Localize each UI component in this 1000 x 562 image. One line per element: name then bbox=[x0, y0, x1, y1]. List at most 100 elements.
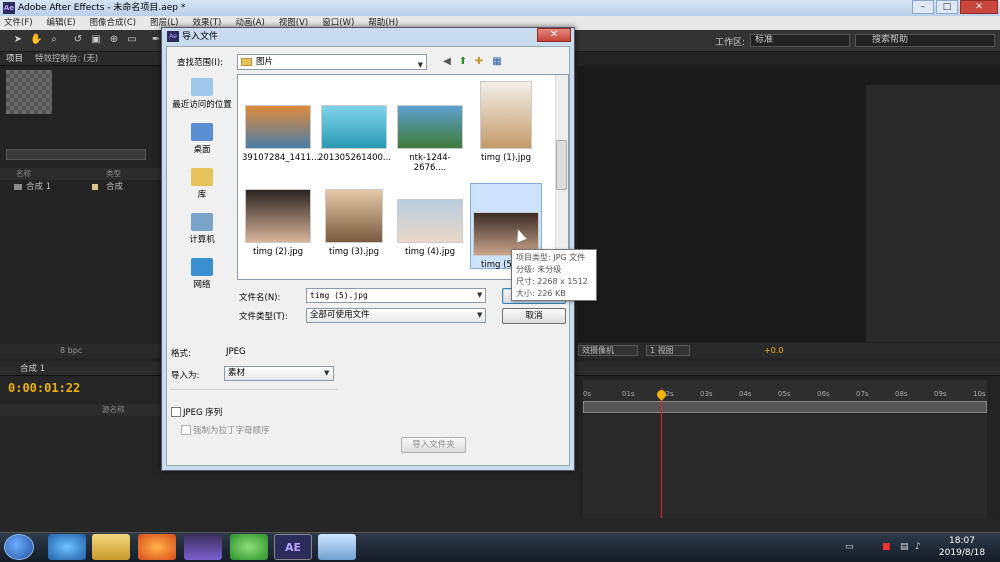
rotate-tool-icon[interactable]: ↺ bbox=[72, 34, 84, 46]
file-item[interactable]: timg (4).jpg bbox=[394, 185, 466, 257]
help-search-input[interactable]: 搜索帮助 bbox=[855, 34, 995, 47]
jpeg-sequence-checkbox[interactable] bbox=[171, 407, 181, 417]
current-time-indicator-line[interactable] bbox=[661, 388, 662, 532]
chevron-down-icon: ▼ bbox=[417, 61, 423, 69]
tray-network-icon[interactable]: ▤ bbox=[900, 542, 910, 552]
firefox-icon[interactable] bbox=[138, 534, 176, 560]
window-titlebar: Ae Adobe After Effects - 未命名项目.aep * – □… bbox=[0, 0, 1000, 16]
place-desktop[interactable]: 桌面 bbox=[170, 123, 234, 155]
image-thumbnail bbox=[325, 189, 383, 243]
place-computer[interactable]: 计算机 bbox=[170, 213, 234, 245]
new-folder-icon[interactable]: ✚ bbox=[472, 55, 486, 69]
hand-tool-icon[interactable]: ✋ bbox=[30, 34, 42, 46]
tab-project[interactable]: 项目 bbox=[6, 52, 23, 65]
workspace-select[interactable]: 标准 bbox=[750, 34, 850, 47]
file-item[interactable]: ntk-1244-2676.... bbox=[394, 81, 466, 173]
column-source-name-header[interactable]: 源名称 bbox=[102, 404, 125, 416]
timeline-status-bar bbox=[0, 518, 1000, 532]
project-panel-tabs: 项目 特效控制台: (无) bbox=[0, 52, 165, 66]
filename-dropdown-icon[interactable]: ▼ bbox=[477, 291, 482, 299]
force-alphabetical-checkbox[interactable] bbox=[181, 425, 191, 435]
ruler-tick-label: 04s bbox=[739, 390, 752, 398]
file-name: 39107284_1411... bbox=[242, 153, 320, 163]
dialog-close-button[interactable]: ✕ bbox=[537, 28, 571, 42]
composition-icon bbox=[14, 184, 22, 190]
clock-date: 2019/8/18 bbox=[938, 548, 986, 558]
ruler-tick-label: 07s bbox=[856, 390, 869, 398]
import-as-select[interactable]: 素材 bbox=[224, 366, 334, 381]
file-name: timg (1).jpg bbox=[481, 153, 531, 163]
minimize-button[interactable]: – bbox=[912, 0, 934, 14]
tray-action-center-icon[interactable]: ▭ bbox=[845, 542, 855, 552]
column-type-header[interactable]: 类型 bbox=[106, 168, 121, 180]
filetype-select[interactable]: 全部可使用文件 bbox=[306, 308, 486, 323]
cancel-button[interactable]: 取消 bbox=[502, 308, 566, 324]
pan-behind-tool-icon[interactable]: ⊕ bbox=[108, 34, 120, 46]
file-item[interactable]: 39107284_1411... bbox=[242, 81, 319, 163]
dialog-app-icon: Ae bbox=[167, 31, 179, 42]
filename-input[interactable]: timg (5).jpg bbox=[306, 288, 486, 303]
libraries-icon bbox=[191, 168, 213, 186]
work-area-bar[interactable] bbox=[583, 401, 987, 413]
filetype-dropdown-icon[interactable]: ▼ bbox=[477, 311, 482, 319]
back-icon[interactable]: ◀ bbox=[440, 55, 454, 69]
mask-tool-icon[interactable]: ▭ bbox=[126, 34, 138, 46]
selection-tool-icon[interactable]: ➤ bbox=[12, 34, 24, 46]
recent-places-icon bbox=[191, 78, 213, 96]
start-button[interactable] bbox=[4, 534, 34, 560]
look-in-label: 查找范围(I): bbox=[177, 58, 224, 68]
project-search-input[interactable] bbox=[6, 149, 146, 160]
file-list-scroll-thumb[interactable] bbox=[556, 140, 567, 190]
taskbar-clock[interactable]: 18:07 2019/8/18 bbox=[932, 535, 992, 559]
views-select[interactable]: 1 视图 bbox=[646, 345, 690, 356]
camera-tool-icon[interactable]: ▣ bbox=[90, 34, 102, 46]
viewer-controls-bar: 效摄像机 1 视图 +0.0 bbox=[578, 343, 1000, 358]
look-in-select[interactable]: 图片 ▼ bbox=[237, 54, 427, 70]
camera-select[interactable]: 效摄像机 bbox=[578, 345, 638, 356]
ruler-tick-label: 03s bbox=[700, 390, 713, 398]
file-item[interactable]: timg (2).jpg bbox=[242, 185, 314, 257]
video-editor-icon[interactable] bbox=[184, 534, 222, 560]
bit-depth-button[interactable]: 8 bpc bbox=[60, 346, 82, 355]
tab-effect-controls[interactable]: 特效控制台: (无) bbox=[35, 52, 98, 65]
project-item-row[interactable]: 合成 1 合成 bbox=[0, 181, 165, 193]
file-item[interactable]: 201305261400... bbox=[318, 81, 391, 163]
column-name-header[interactable]: 名称 bbox=[16, 168, 31, 180]
place-libraries[interactable]: 库 bbox=[170, 168, 234, 200]
ruler-tick-label: 0s bbox=[583, 390, 592, 398]
place-network[interactable]: 网络 bbox=[170, 258, 234, 290]
import-as-label: 导入为: bbox=[171, 371, 200, 381]
after-effects-taskbar-icon[interactable]: AE bbox=[274, 534, 312, 560]
sync-app-icon[interactable] bbox=[230, 534, 268, 560]
computer-icon bbox=[191, 213, 213, 231]
file-item[interactable]: timg (1).jpg bbox=[470, 81, 542, 163]
menu-item[interactable]: 文件(F) bbox=[4, 16, 33, 30]
folder-icon bbox=[241, 58, 252, 66]
timeline-tab-label: 合成 1 bbox=[20, 364, 46, 374]
exposure-value[interactable]: +0.0 bbox=[764, 343, 783, 358]
file-item[interactable]: timg (3).jpg bbox=[318, 185, 390, 257]
menu-item[interactable]: 图像合成(C) bbox=[90, 16, 137, 30]
current-timecode[interactable]: 0:00:01:22 bbox=[8, 381, 80, 395]
media-player-icon[interactable] bbox=[48, 534, 86, 560]
view-menu-icon[interactable]: ▦ bbox=[490, 55, 504, 69]
import-folder-button[interactable]: 导入文件夹 bbox=[401, 437, 466, 453]
up-folder-icon[interactable]: ⬆ bbox=[456, 55, 470, 69]
timeline-track-area[interactable] bbox=[583, 414, 987, 518]
file-explorer-icon[interactable] bbox=[92, 534, 130, 560]
close-window-button[interactable]: ✕ bbox=[960, 0, 998, 14]
tray-volume-icon[interactable]: ♪ bbox=[915, 542, 925, 552]
notepad-icon[interactable] bbox=[318, 534, 356, 560]
window-controls: – □ ✕ bbox=[912, 0, 998, 14]
dialog-titlebar[interactable]: Ae 导入文件 bbox=[166, 29, 570, 45]
image-thumbnail bbox=[397, 105, 463, 149]
maximize-button[interactable]: □ bbox=[936, 0, 958, 14]
project-item-name: 合成 1 bbox=[26, 182, 52, 192]
tray-security-icon[interactable]: ■ bbox=[882, 542, 892, 552]
file-info-tooltip: 项目类型: JPG 文件 分级: 未分级 尺寸: 2268 x 1512 大小:… bbox=[511, 249, 597, 301]
zoom-tool-icon[interactable]: ⌕ bbox=[48, 34, 60, 46]
place-recent-places[interactable]: 最近访问的位置 bbox=[170, 78, 234, 110]
import-as-dropdown-icon[interactable]: ▼ bbox=[324, 369, 329, 377]
menu-item[interactable]: 编辑(E) bbox=[47, 16, 76, 30]
ruler-tick-label: 05s bbox=[778, 390, 791, 398]
